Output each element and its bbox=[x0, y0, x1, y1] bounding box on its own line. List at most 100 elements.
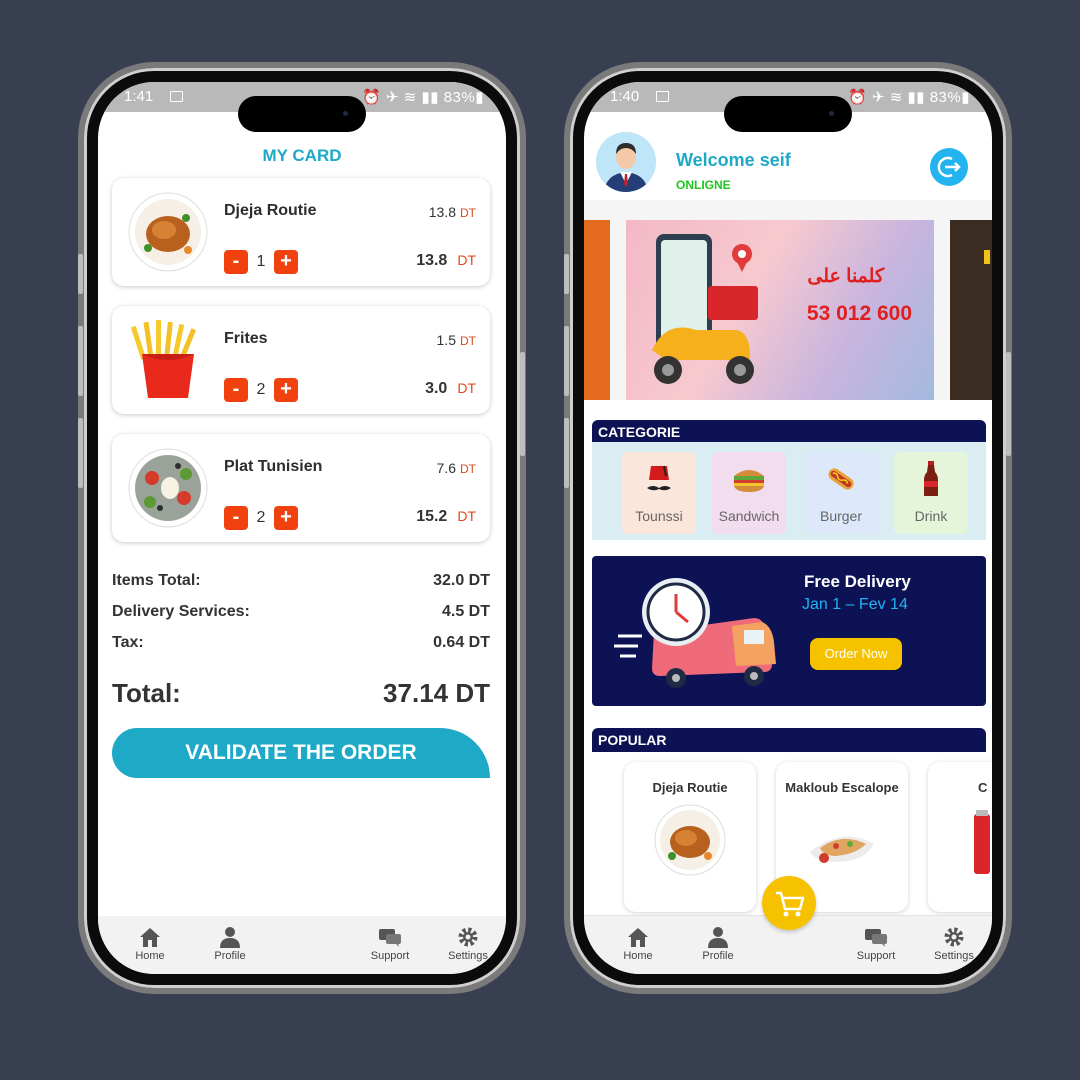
validate-order-button[interactable]: VALIDATE THE ORDER bbox=[112, 728, 490, 778]
line-total-value: 15.2 bbox=[416, 508, 448, 525]
home-screen: 1:40 ⏰ ✈ ≋ ▮▮ 83%▮ Welcome seif ONLIGNE bbox=[584, 82, 992, 974]
category-drink[interactable]: Drink bbox=[894, 452, 968, 534]
tab-label: Profile bbox=[702, 950, 734, 962]
category-label: Drink bbox=[914, 508, 948, 524]
home-icon bbox=[628, 928, 648, 947]
welcome-text: Welcome seif bbox=[676, 150, 791, 170]
tunisian-plate-image bbox=[128, 448, 208, 528]
popular-item-name: C bbox=[978, 780, 988, 795]
promo-title: Free Delivery bbox=[804, 572, 911, 591]
category-sandwich[interactable]: Sandwich bbox=[712, 452, 786, 534]
side-button bbox=[520, 352, 525, 456]
items-total-label: Items Total: bbox=[112, 572, 201, 589]
tax-label: Tax: bbox=[112, 634, 144, 651]
currency: DT bbox=[457, 252, 476, 268]
drink-can-image bbox=[974, 810, 990, 874]
online-status: ONLIGNE bbox=[676, 178, 731, 192]
side-button bbox=[78, 326, 83, 396]
increase-button[interactable]: + bbox=[274, 506, 298, 530]
category-burger[interactable]: Burger bbox=[804, 452, 878, 534]
bottom-tab-bar: Home Profile Support Settings bbox=[98, 916, 506, 974]
popular-item-name: Makloub Escalope bbox=[785, 780, 899, 795]
status-time: 1:40 bbox=[610, 88, 640, 105]
decrease-button[interactable]: - bbox=[224, 506, 248, 530]
tab-label: Settings bbox=[934, 950, 974, 962]
tab-home[interactable]: Home bbox=[608, 926, 668, 962]
banner-slide[interactable]: كلمنا على 53 012 600 bbox=[626, 220, 934, 400]
tab-support[interactable]: Support bbox=[846, 928, 906, 962]
increase-button[interactable]: + bbox=[274, 250, 298, 274]
quantity-value: 1 bbox=[256, 253, 266, 270]
avatar[interactable] bbox=[596, 132, 656, 192]
unit-price-value: 7.6 bbox=[436, 460, 456, 476]
quantity-value: 2 bbox=[256, 509, 266, 526]
category-tounssi[interactable]: Tounssi bbox=[622, 452, 696, 534]
tab-home[interactable]: Home bbox=[120, 926, 180, 962]
makloub-image bbox=[810, 836, 874, 863]
unit-price-value: 1.5 bbox=[436, 332, 456, 348]
sandwich-icon bbox=[734, 470, 764, 492]
items-total-value: 32.0 DT bbox=[433, 572, 490, 589]
increase-button[interactable]: + bbox=[274, 378, 298, 402]
item-name: Djeja Routie bbox=[224, 202, 317, 219]
shopping-cart-icon bbox=[776, 891, 805, 917]
status-right: ⏰ ✈ ≋ ▮▮ 83%▮ bbox=[848, 89, 970, 106]
banner-carousel[interactable]: كلمنا على 53 012 600 bbox=[584, 200, 992, 400]
user-avatar-icon bbox=[596, 132, 656, 192]
item-name: Plat Tunisien bbox=[224, 458, 323, 475]
side-button bbox=[564, 418, 569, 488]
side-button bbox=[78, 254, 83, 294]
tab-profile[interactable]: Profile bbox=[688, 926, 748, 962]
category-label: Burger bbox=[819, 508, 863, 524]
logout-button[interactable] bbox=[930, 148, 968, 186]
tab-profile[interactable]: Profile bbox=[200, 926, 260, 962]
quantity-stepper: - 1 + bbox=[224, 250, 298, 274]
tab-settings[interactable]: Settings bbox=[438, 926, 498, 962]
gear-icon bbox=[944, 927, 964, 947]
banner-next-slide[interactable] bbox=[950, 220, 992, 400]
decrease-button[interactable]: - bbox=[224, 378, 248, 402]
tab-label: Home bbox=[135, 950, 165, 962]
image-notification-icon bbox=[170, 91, 183, 102]
promo-banner[interactable]: Free Delivery Jan 1 – Fev 14 Order Now bbox=[592, 556, 986, 706]
phone-cart: 1:41 ⏰ ✈ ≋ ▮▮ 83%▮ MY CARD Djeja Routie … bbox=[78, 68, 525, 988]
category-label: Tounssi bbox=[635, 508, 683, 524]
status-time: 1:41 bbox=[124, 88, 154, 105]
cart-button[interactable] bbox=[762, 876, 816, 930]
cart-item: Frites 1.5 DT - 2 + 3.0 DT bbox=[112, 306, 490, 414]
banner-arabic-text: كلمنا على bbox=[807, 266, 884, 287]
fez-icon bbox=[647, 465, 671, 491]
delivery-value: 4.5 DT bbox=[441, 603, 490, 620]
unit-price: 7.6 DT bbox=[437, 460, 476, 476]
battery-percent: 83% bbox=[929, 89, 962, 106]
fries-image bbox=[130, 320, 197, 398]
popular-item-card[interactable]: Djeja Routie bbox=[624, 762, 756, 912]
unit-price: 1.5 DT bbox=[437, 332, 476, 348]
unit-price: 13.8 DT bbox=[429, 204, 476, 220]
currency: DT bbox=[457, 380, 476, 396]
side-button bbox=[78, 418, 83, 488]
unit-price-value: 13.8 bbox=[428, 204, 456, 220]
tab-label: Support bbox=[370, 950, 410, 962]
roast-chicken-image bbox=[128, 192, 208, 272]
decrease-button[interactable]: - bbox=[224, 250, 248, 274]
line-total-value: 13.8 bbox=[416, 252, 448, 269]
battery-percent: 83% bbox=[443, 89, 476, 106]
tax-value: 0.64 DT bbox=[433, 634, 490, 651]
quantity-stepper: - 2 + bbox=[224, 378, 298, 402]
tab-settings[interactable]: Settings bbox=[924, 926, 984, 962]
person-icon bbox=[220, 927, 240, 948]
currency: DT bbox=[460, 462, 476, 476]
roast-chicken-image bbox=[654, 804, 726, 876]
dynamic-island bbox=[238, 96, 366, 132]
currency: DT bbox=[460, 334, 476, 348]
banner-prev-slide[interactable] bbox=[584, 220, 610, 400]
tab-support[interactable]: Support bbox=[360, 928, 420, 962]
line-total: 15.2 DT bbox=[416, 508, 476, 526]
cart-item: Plat Tunisien 7.6 DT - 2 + 15.2 DT bbox=[112, 434, 490, 542]
order-now-button[interactable]: Order Now bbox=[810, 638, 902, 670]
category-label: Sandwich bbox=[718, 508, 780, 524]
delivery-label: Delivery Services: bbox=[112, 603, 250, 620]
side-button bbox=[564, 254, 569, 294]
popular-item-card[interactable]: C bbox=[928, 762, 992, 912]
